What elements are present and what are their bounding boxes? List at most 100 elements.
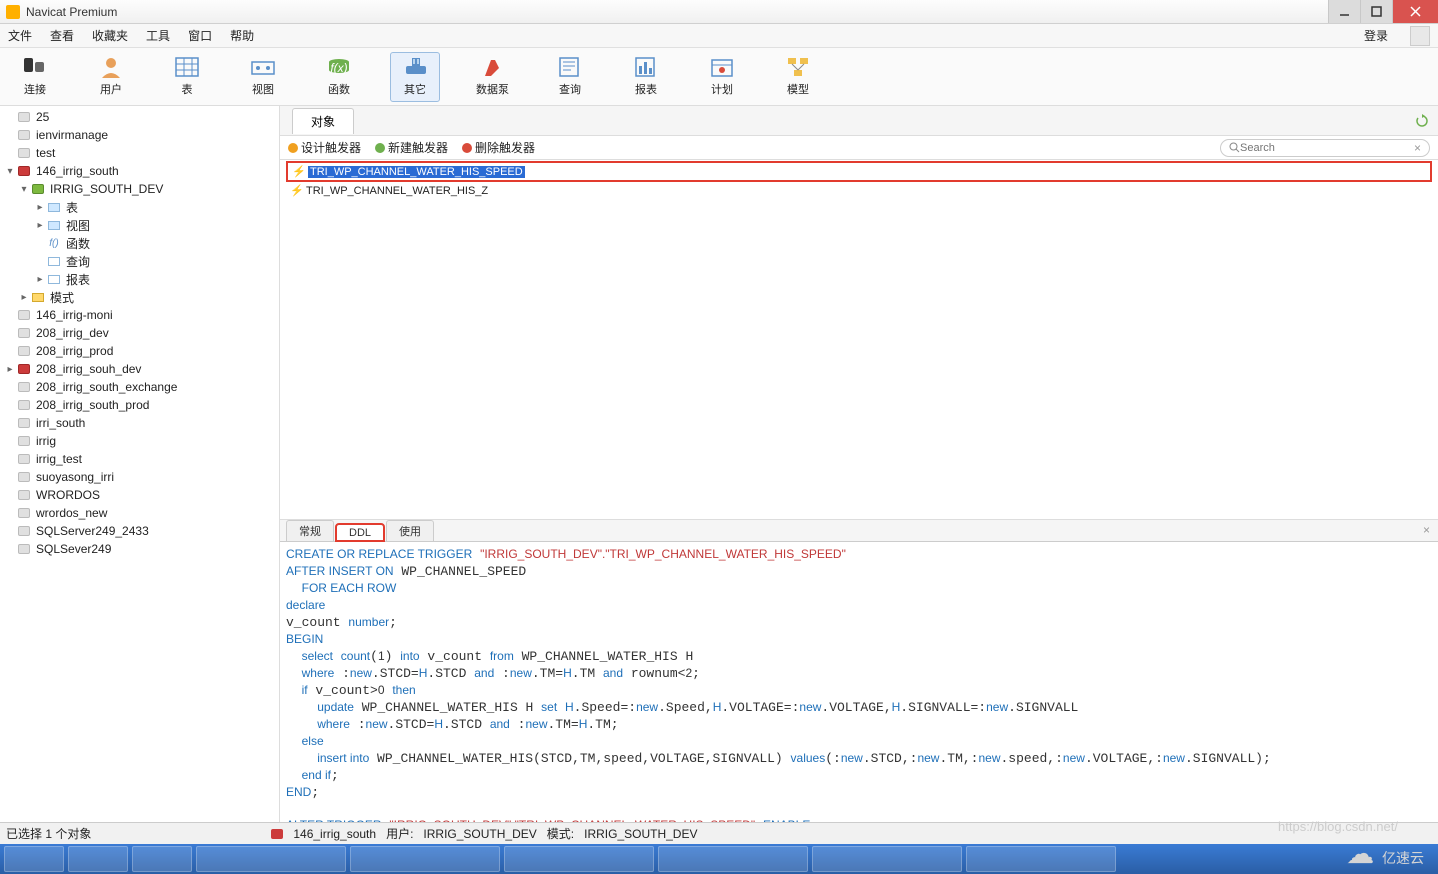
trigger-row[interactable]: ⚡ TRI_WP_CHANNEL_WATER_HIS_Z bbox=[280, 182, 1438, 199]
connection-tree[interactable]: 25 ienvirmanage test▾146_irrig_south▾IRRIG… bbox=[0, 106, 280, 822]
tree-node[interactable]: ▸报表 bbox=[0, 270, 279, 288]
tb-function[interactable]: f(x)函数 bbox=[314, 52, 364, 102]
trigger-row-selected[interactable]: ⚡ TRI_WP_CHANNEL_WATER_HIS_SPEED bbox=[288, 163, 1430, 180]
tab-usage[interactable]: 使用 bbox=[386, 520, 434, 541]
node-icon bbox=[46, 201, 62, 213]
node-label: 146_irrig_south bbox=[36, 164, 119, 178]
node-label: irri_south bbox=[36, 416, 85, 430]
taskbar-item[interactable] bbox=[812, 846, 962, 872]
node-label: SQLServer249_2433 bbox=[36, 524, 149, 538]
search-box[interactable]: × bbox=[1220, 139, 1430, 157]
tree-node[interactable]: ienvirmanage bbox=[0, 126, 279, 144]
node-icon bbox=[16, 399, 32, 411]
tree-node[interactable]: test bbox=[0, 144, 279, 162]
tb-user[interactable]: 用户 bbox=[86, 52, 136, 102]
node-icon bbox=[16, 543, 32, 555]
tree-node[interactable]: 208_irrig_south_exchange bbox=[0, 378, 279, 396]
taskbar-item[interactable] bbox=[196, 846, 346, 872]
node-label: WRORDOS bbox=[36, 488, 100, 502]
taskbar-item[interactable] bbox=[68, 846, 128, 872]
node-icon bbox=[46, 273, 62, 285]
tree-node[interactable]: WRORDOS bbox=[0, 486, 279, 504]
tree-node[interactable]: irrig_test bbox=[0, 450, 279, 468]
menu-file[interactable]: 文件 bbox=[8, 27, 32, 44]
trigger-icon: ⚡ bbox=[290, 184, 302, 197]
node-icon bbox=[16, 381, 32, 393]
node-label: 208_irrig_souh_dev bbox=[36, 362, 141, 376]
tab-objects[interactable]: 对象 bbox=[292, 108, 354, 134]
menu-help[interactable]: 帮助 bbox=[230, 27, 254, 44]
tab-general[interactable]: 常规 bbox=[286, 520, 334, 541]
node-icon bbox=[16, 471, 32, 483]
tree-node[interactable]: 208_irrig_south_prod bbox=[0, 396, 279, 414]
tb-plan[interactable]: 计划 bbox=[697, 52, 747, 102]
taskbar-item[interactable] bbox=[350, 846, 500, 872]
minimize-button[interactable] bbox=[1328, 0, 1360, 23]
status-selection: 已选择 1 个对象 bbox=[6, 825, 91, 842]
close-panel-icon[interactable]: × bbox=[1423, 523, 1430, 537]
tb-other[interactable]: 其它 bbox=[390, 52, 440, 102]
tb-view[interactable]: 视图 bbox=[238, 52, 288, 102]
menu-favorites[interactable]: 收藏夹 bbox=[92, 27, 128, 44]
tb-report[interactable]: 报表 bbox=[621, 52, 671, 102]
tree-node[interactable]: f()函数 bbox=[0, 234, 279, 252]
os-taskbar[interactable] bbox=[0, 844, 1438, 874]
menu-window[interactable]: 窗口 bbox=[188, 27, 212, 44]
refresh-icon[interactable] bbox=[1412, 111, 1432, 131]
act-delete-trigger[interactable]: 删除触发器 bbox=[462, 139, 535, 156]
taskbar-item[interactable] bbox=[658, 846, 808, 872]
node-label: 视图 bbox=[66, 217, 90, 234]
node-icon bbox=[16, 147, 32, 159]
tree-node[interactable]: 146_irrig-moni bbox=[0, 306, 279, 324]
close-button[interactable] bbox=[1392, 0, 1438, 23]
tree-node[interactable]: ▸表 bbox=[0, 198, 279, 216]
tree-node[interactable]: wrordos_new bbox=[0, 504, 279, 522]
tree-node[interactable]: 25 bbox=[0, 108, 279, 126]
avatar-icon[interactable] bbox=[1410, 26, 1430, 46]
connection-icon bbox=[271, 829, 283, 839]
tb-model[interactable]: 模型 bbox=[773, 52, 823, 102]
menu-view[interactable]: 查看 bbox=[50, 27, 74, 44]
tree-node[interactable]: 208_irrig_prod bbox=[0, 342, 279, 360]
maximize-button[interactable] bbox=[1360, 0, 1392, 23]
tb-table[interactable]: 表 bbox=[162, 52, 212, 102]
tree-node[interactable]: irri_south bbox=[0, 414, 279, 432]
object-tabbar: 对象 bbox=[280, 106, 1438, 136]
tb-datapump[interactable]: 数据泵 bbox=[466, 52, 519, 102]
trigger-highlight-annotation: ⚡ TRI_WP_CHANNEL_WATER_HIS_SPEED bbox=[286, 161, 1432, 182]
tree-node[interactable]: SQLServer249_2433 bbox=[0, 522, 279, 540]
taskbar-item[interactable] bbox=[132, 846, 192, 872]
taskbar-item[interactable] bbox=[504, 846, 654, 872]
tree-node[interactable]: irrig bbox=[0, 432, 279, 450]
tree-node[interactable]: ▸视图 bbox=[0, 216, 279, 234]
clear-search-icon[interactable]: × bbox=[1414, 141, 1421, 155]
node-icon bbox=[16, 435, 32, 447]
node-label: 146_irrig-moni bbox=[36, 308, 113, 322]
tree-node[interactable]: ▸模式 bbox=[0, 288, 279, 306]
tree-node[interactable]: 208_irrig_dev bbox=[0, 324, 279, 342]
search-input[interactable] bbox=[1240, 142, 1414, 154]
node-icon bbox=[46, 219, 62, 231]
tb-connect[interactable]: 连接 bbox=[10, 52, 60, 102]
tree-node[interactable]: suoyasong_irri bbox=[0, 468, 279, 486]
trigger-icon: ⚡ bbox=[292, 165, 304, 178]
act-design-trigger[interactable]: 设计触发器 bbox=[288, 139, 361, 156]
act-new-trigger[interactable]: 新建触发器 bbox=[375, 139, 448, 156]
node-label: ienvirmanage bbox=[36, 128, 108, 142]
node-icon bbox=[16, 525, 32, 537]
tree-node[interactable]: ▾IRRIG_SOUTH_DEV bbox=[0, 180, 279, 198]
menu-tools[interactable]: 工具 bbox=[146, 27, 170, 44]
tb-query[interactable]: 查询 bbox=[545, 52, 595, 102]
tree-node[interactable]: SQLSever249 bbox=[0, 540, 279, 558]
tree-node[interactable]: ▸208_irrig_souh_dev bbox=[0, 360, 279, 378]
ddl-code[interactable]: CREATE OR REPLACE TRIGGER "IRRIG_SOUTH_D… bbox=[280, 542, 1438, 822]
tree-node[interactable]: 查询 bbox=[0, 252, 279, 270]
tree-node[interactable]: ▾146_irrig_south bbox=[0, 162, 279, 180]
status-user: IRRIG_SOUTH_DEV bbox=[423, 827, 536, 841]
node-label: 函数 bbox=[66, 235, 90, 252]
tab-ddl[interactable]: DDL bbox=[336, 524, 384, 541]
login-link[interactable]: 登录 bbox=[1364, 27, 1388, 44]
taskbar-item[interactable] bbox=[966, 846, 1116, 872]
taskbar-start[interactable] bbox=[4, 846, 64, 872]
node-icon bbox=[16, 165, 32, 177]
